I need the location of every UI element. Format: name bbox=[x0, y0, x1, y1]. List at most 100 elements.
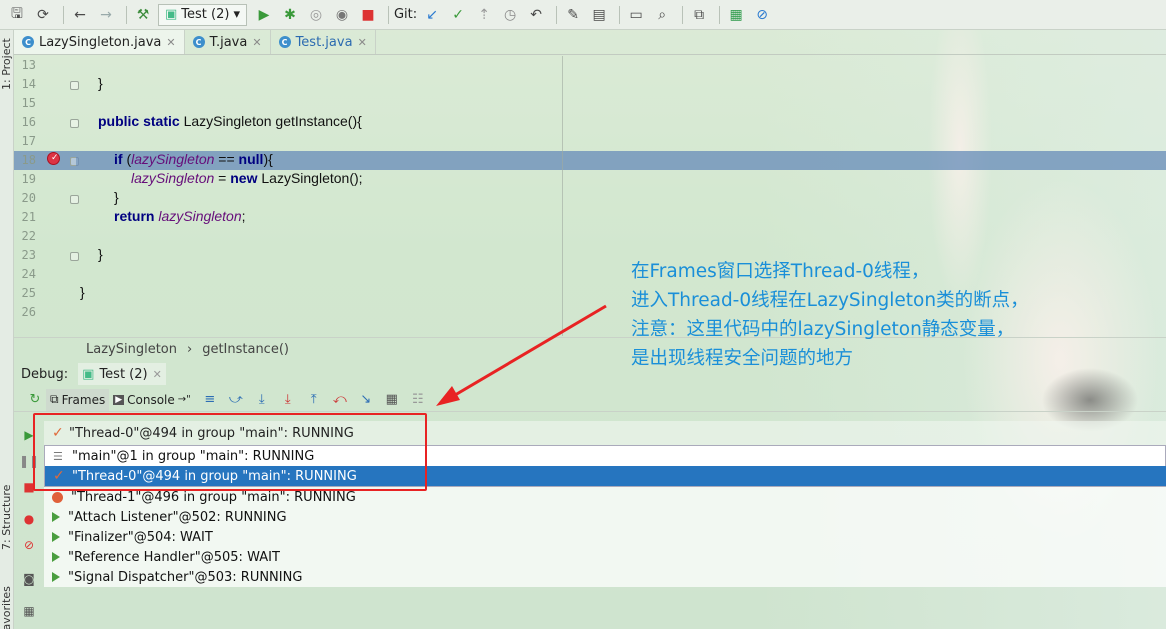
run-config-select[interactable]: ▣ Test (2) ▾ bbox=[158, 3, 247, 26]
left-tool-strip: 1: Project 7: Structure 2: Favorites bbox=[0, 30, 14, 629]
menu-lines-icon[interactable]: ≡ bbox=[199, 390, 221, 410]
thread-label: "Thread-1"@496 in group "main": RUNNING bbox=[71, 489, 356, 505]
line-number: 21 bbox=[21, 210, 36, 224]
annotation-text: 在Frames窗口选择Thread-0线程， 进入Thread-0线程在Lazy… bbox=[631, 257, 1151, 373]
run-icon[interactable]: ▶ bbox=[253, 4, 275, 26]
step-over-icon[interactable]: ⤓ bbox=[251, 390, 273, 410]
coverage-icon[interactable]: ◎ bbox=[305, 4, 327, 26]
list-item[interactable]: "Signal Dispatcher"@503: RUNNING bbox=[44, 567, 1166, 587]
frames-icon: ⧉ bbox=[50, 392, 59, 406]
terminal-icon[interactable]: ▭ bbox=[625, 4, 647, 26]
console-icon: ▶ bbox=[113, 394, 125, 405]
camera-icon[interactable]: ◙ bbox=[22, 572, 36, 586]
drop-frame-icon[interactable]: ⤺ bbox=[329, 390, 351, 410]
favorites-tool-button[interactable]: 2: Favorites bbox=[0, 586, 13, 629]
monitor-icon[interactable]: ▦ bbox=[725, 4, 747, 26]
thread-label: "Reference Handler"@505: WAIT bbox=[68, 549, 280, 565]
breadcrumb-separator: › bbox=[186, 342, 193, 357]
code-line-16: public static LazySingleton getInstance(… bbox=[98, 113, 362, 129]
close-icon[interactable]: ✕ bbox=[358, 36, 367, 49]
trace-icon[interactable]: ☷ bbox=[407, 390, 429, 410]
list-item[interactable]: "Attach Listener"@502: RUNNING bbox=[44, 507, 1166, 527]
vcs-icon[interactable]: ⧉ bbox=[688, 4, 710, 26]
git-commit-icon[interactable]: ✓ bbox=[447, 4, 469, 26]
running-icon bbox=[52, 572, 60, 582]
tab-t[interactable]: C T.java ✕ bbox=[185, 30, 271, 54]
breakpoint-hit-icon bbox=[52, 491, 63, 503]
show-execution-point-icon[interactable]: ⤻ bbox=[225, 390, 247, 410]
close-icon[interactable]: ✕ bbox=[252, 36, 261, 49]
history-icon[interactable]: ◷ bbox=[499, 4, 521, 26]
separator bbox=[63, 5, 64, 24]
search-icon[interactable]: ⌕ bbox=[651, 4, 673, 26]
tab-console[interactable]: ▶ Console →" bbox=[109, 389, 195, 411]
tab-test[interactable]: C Test.java ✕ bbox=[271, 30, 376, 54]
code-token: LazySingleton getInstance(){ bbox=[183, 113, 362, 129]
mute-breakpoints-icon[interactable]: ⊘ bbox=[22, 538, 36, 552]
annotation-line: 在Frames窗口选择Thread-0线程， bbox=[631, 261, 930, 282]
no-entry-icon[interactable]: ⊘ bbox=[751, 4, 773, 26]
project-tool-button[interactable]: 1: Project bbox=[0, 38, 13, 90]
debug-label: Debug: bbox=[21, 366, 69, 382]
running-icon bbox=[52, 532, 60, 542]
sync-icon[interactable]: ⟳ bbox=[32, 4, 54, 26]
close-icon[interactable]: ✕ bbox=[153, 368, 162, 381]
list-item[interactable]: "Reference Handler"@505: WAIT bbox=[44, 547, 1166, 567]
code-token: ; bbox=[241, 208, 246, 224]
tab-frames[interactable]: ⧉ Frames bbox=[46, 388, 110, 411]
annotation-line: 注意：这里代码中的lazySingleton静态变量， bbox=[631, 319, 1015, 340]
run-config-icon: ▣ bbox=[165, 7, 178, 22]
right-margin-guide bbox=[562, 56, 563, 336]
git-push-icon[interactable]: ⇡ bbox=[473, 4, 495, 26]
back-icon[interactable]: ← bbox=[69, 4, 91, 26]
evaluate-expression-icon[interactable]: ▦ bbox=[381, 390, 403, 410]
console-tab-label: Console bbox=[127, 392, 175, 407]
run-config-icon: ▣ bbox=[82, 366, 95, 382]
forward-icon[interactable]: → bbox=[95, 4, 117, 26]
code-token: ){ bbox=[263, 151, 273, 167]
structure-tool-button[interactable]: 7: Structure bbox=[0, 485, 13, 550]
code-token: } bbox=[98, 75, 103, 91]
step-into-icon[interactable]: ⤓ bbox=[277, 390, 299, 410]
profile-icon[interactable]: ◉ bbox=[331, 4, 353, 26]
line-number: 14 bbox=[21, 77, 36, 91]
stop-icon[interactable]: ■ bbox=[357, 4, 379, 26]
build-hammer-icon[interactable]: ⚒ bbox=[132, 4, 154, 26]
line-number: 16 bbox=[21, 115, 36, 129]
layout-icon[interactable]: ▦ bbox=[22, 604, 36, 618]
list-item[interactable]: "Finalizer"@504: WAIT bbox=[44, 527, 1166, 547]
code-token: public static bbox=[98, 113, 184, 129]
line-number: 17 bbox=[21, 134, 36, 148]
separator bbox=[556, 5, 558, 24]
debug-bug-icon[interactable]: ✱ bbox=[279, 4, 301, 26]
code-token: } bbox=[98, 246, 103, 262]
separator bbox=[126, 5, 127, 24]
run-to-cursor-icon[interactable]: ↘ bbox=[355, 390, 377, 410]
project-structure-icon[interactable]: ▤ bbox=[588, 4, 610, 26]
tab-label: Test.java bbox=[295, 34, 353, 50]
wrench-settings-icon[interactable]: ✎ bbox=[562, 4, 584, 26]
breadcrumb-class[interactable]: LazySingleton bbox=[86, 342, 177, 357]
class-icon: C bbox=[278, 36, 291, 48]
breakpoint-icon[interactable]: ✓ bbox=[47, 152, 60, 165]
line-number: 24 bbox=[21, 267, 36, 281]
code-line-25: } bbox=[80, 284, 85, 300]
annotation-arrow bbox=[436, 304, 607, 406]
step-out-icon[interactable]: ⤒ bbox=[303, 390, 325, 410]
code-token: lazySingleton bbox=[158, 208, 242, 224]
tab-lazysingleton[interactable]: C LazySingleton.java ✕ bbox=[14, 30, 185, 54]
view-breakpoints-icon[interactable]: ● bbox=[22, 512, 36, 526]
line-number: 19 bbox=[21, 172, 36, 186]
line-number: 15 bbox=[21, 96, 36, 110]
save-icon[interactable]: 🖫 bbox=[6, 4, 28, 26]
breadcrumb-method[interactable]: getInstance() bbox=[202, 342, 289, 357]
git-update-icon[interactable]: ↙ bbox=[421, 4, 443, 26]
debug-session-tab[interactable]: ▣ Test (2) ✕ bbox=[78, 363, 166, 385]
revert-icon[interactable]: ↶ bbox=[525, 4, 547, 26]
class-icon: C bbox=[22, 36, 34, 48]
editor-tabs: C LazySingleton.java ✕ C T.java ✕ C Test… bbox=[14, 30, 1166, 55]
code-token: lazySingleton bbox=[131, 170, 215, 186]
close-icon[interactable]: ✕ bbox=[166, 36, 175, 49]
code-line-14: } bbox=[98, 75, 103, 91]
line-number: 23 bbox=[21, 248, 36, 262]
